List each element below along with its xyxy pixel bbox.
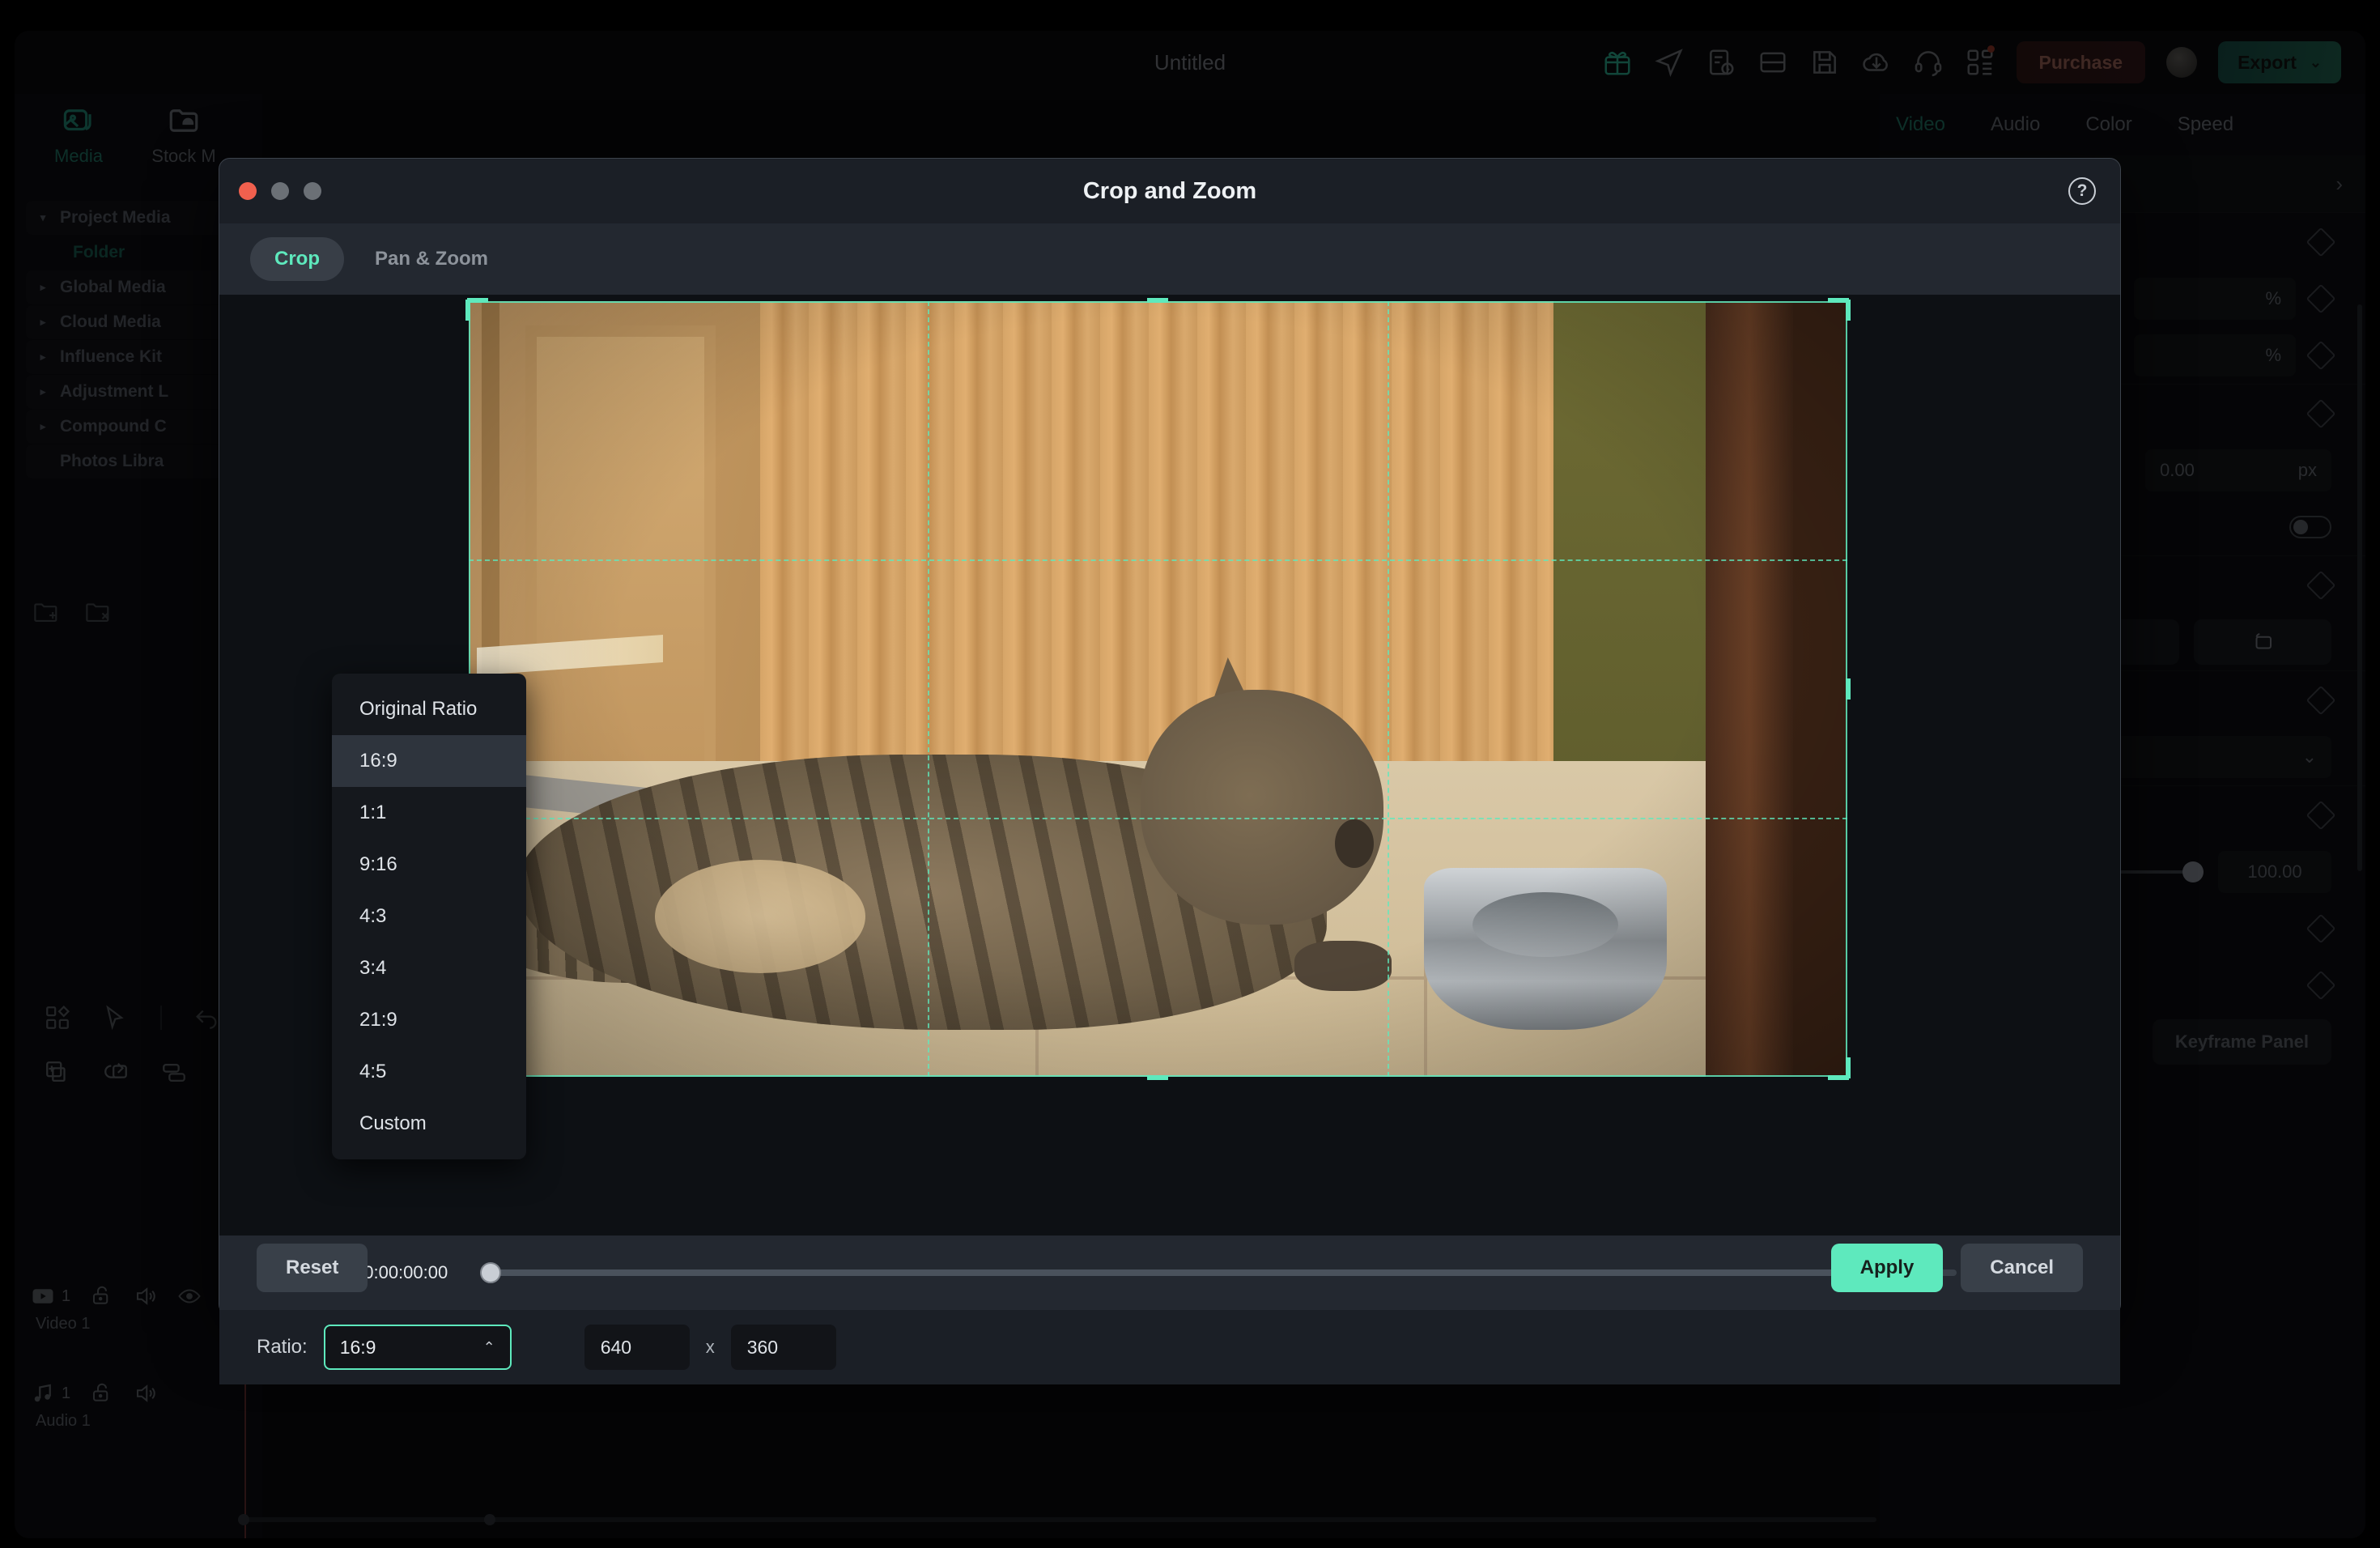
dialog-footer: Reset Apply Cancel bbox=[219, 1221, 2120, 1315]
maximize-icon[interactable] bbox=[304, 182, 321, 200]
ratio-label: Ratio: bbox=[257, 1336, 308, 1358]
ratio-controls-row: Ratio: 16:9 ⌃ 640 x 360 bbox=[219, 1310, 2120, 1384]
help-icon[interactable]: ? bbox=[2068, 177, 2096, 205]
reset-button[interactable]: Reset bbox=[257, 1244, 368, 1292]
ratio-option-21-9[interactable]: 21:9 bbox=[332, 994, 526, 1046]
crop-width-input[interactable]: 640 bbox=[584, 1325, 690, 1370]
ratio-dropdown-menu: Original Ratio 16:9 1:1 9:16 4:3 3:4 21:… bbox=[332, 674, 526, 1159]
ratio-option-custom[interactable]: Custom bbox=[332, 1098, 526, 1150]
close-icon[interactable] bbox=[239, 182, 257, 200]
tab-crop[interactable]: Crop bbox=[250, 237, 344, 281]
ratio-option-original-ratio[interactable]: Original Ratio bbox=[332, 683, 526, 735]
video-frame-image bbox=[469, 301, 1847, 1077]
ratio-select-value: 16:9 bbox=[339, 1336, 376, 1358]
ratio-option-4-5[interactable]: 4:5 bbox=[332, 1046, 526, 1098]
ratio-select[interactable]: 16:9 ⌃ bbox=[323, 1325, 512, 1370]
dialog-title: Crop and Zoom bbox=[1082, 177, 1257, 204]
tab-pan-and-zoom[interactable]: Pan & Zoom bbox=[351, 237, 512, 281]
screen-root: Untitled bbox=[0, 0, 2380, 1548]
ratio-option-16-9[interactable]: 16:9 bbox=[332, 735, 526, 787]
dialog-header: Crop and Zoom ? bbox=[219, 159, 2120, 223]
apply-button[interactable]: Apply bbox=[1830, 1244, 1944, 1292]
ratio-option-3-4[interactable]: 3:4 bbox=[332, 942, 526, 994]
cancel-button[interactable]: Cancel bbox=[1961, 1244, 2083, 1292]
minimize-icon[interactable] bbox=[271, 182, 289, 200]
dialog-tabbar: Crop Pan & Zoom bbox=[219, 223, 2120, 295]
window-controls bbox=[239, 182, 321, 200]
ratio-option-9-16[interactable]: 9:16 bbox=[332, 839, 526, 891]
crop-height-input[interactable]: 360 bbox=[730, 1325, 836, 1370]
video-preview[interactable] bbox=[469, 301, 1847, 1077]
dimension-separator: x bbox=[705, 1337, 715, 1357]
chevron-up-icon: ⌃ bbox=[482, 1338, 495, 1355]
ratio-option-4-3[interactable]: 4:3 bbox=[332, 891, 526, 942]
ratio-option-1-1[interactable]: 1:1 bbox=[332, 787, 526, 839]
